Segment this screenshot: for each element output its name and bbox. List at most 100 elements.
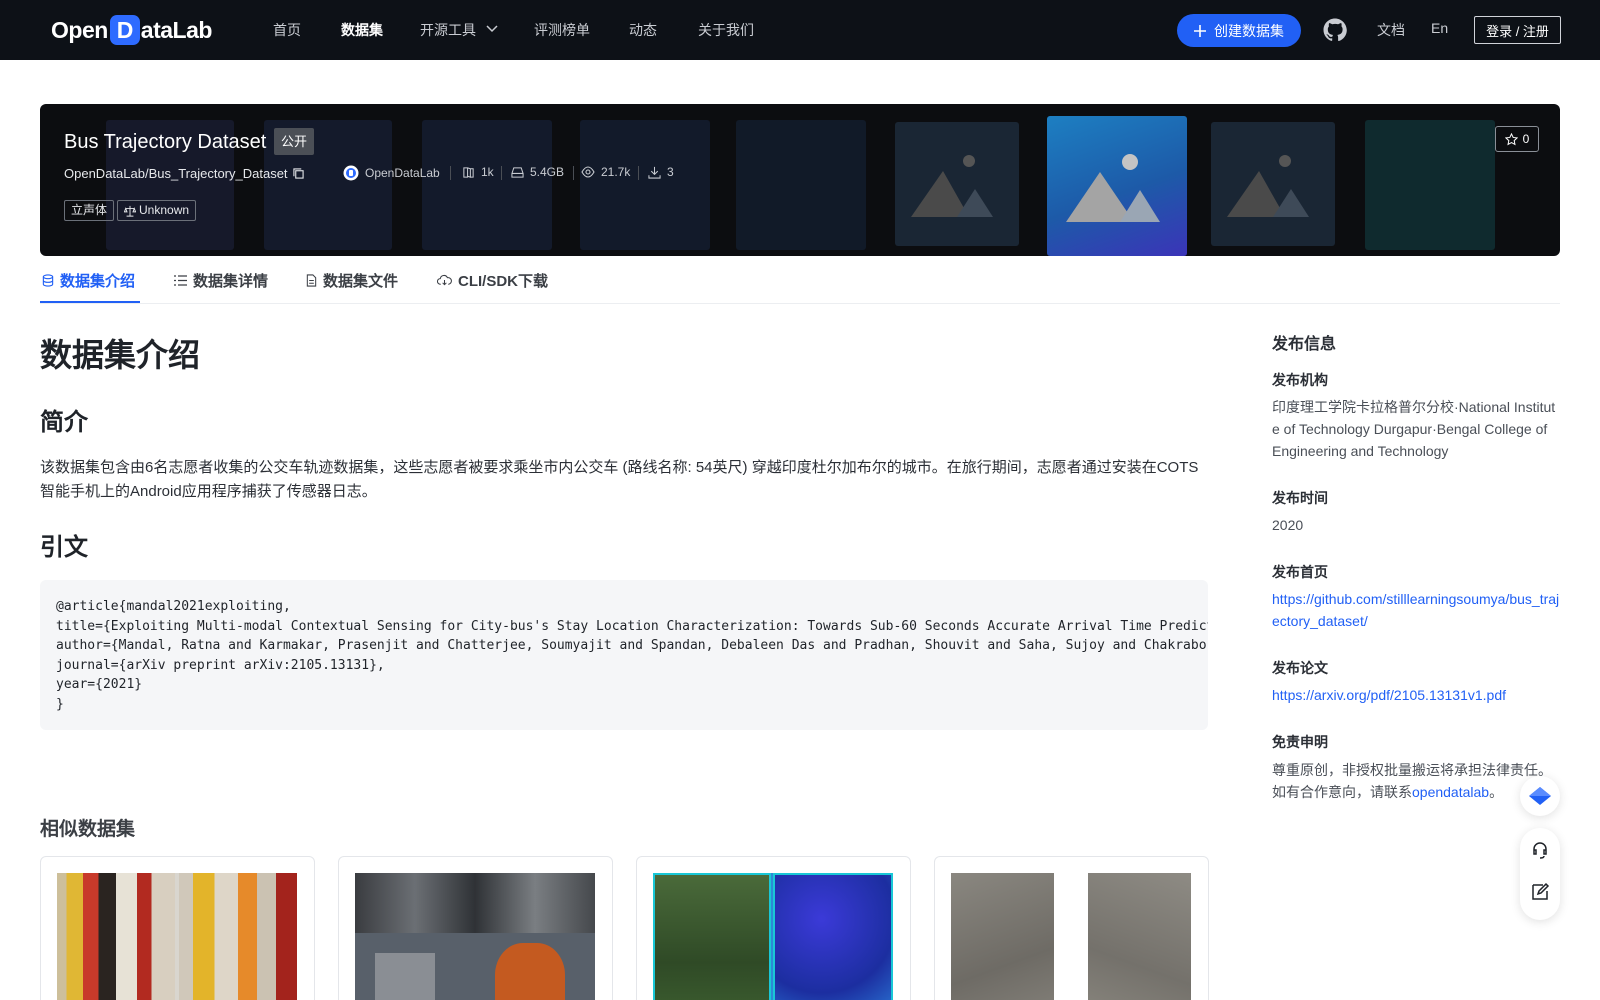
star-button[interactable]: 0 [1495,126,1539,152]
list-icon [174,274,187,286]
disclaimer-contact-prefix: 如有合作意向，请联系 [1272,784,1412,800]
file-count-value: 1k [481,165,494,179]
create-dataset-button[interactable]: 创建数据集 [1177,14,1301,47]
disclaimer-contact: 如有合作意向，请联系opendatalab。 [1272,781,1560,803]
meta-divider [573,166,574,180]
homepage-label: 发布首页 [1272,564,1328,580]
banner-thumbnail [422,120,552,250]
nav-item-datasets[interactable]: 数据集 [341,20,383,40]
banner-thumbnail [1365,120,1495,250]
meta-divider [638,166,639,180]
download-icon [648,166,661,179]
logo-d-mark: D [109,15,140,45]
similar-datasets-heading: 相似数据集 [40,819,136,840]
nav-item-tools[interactable]: 开源工具 [420,20,498,40]
file-count: 1k [462,165,494,179]
release-date-label: 发布时间 [1272,490,1328,506]
assistant-float-button[interactable] [1520,776,1560,816]
storage-size-value: 5.4GB [530,165,565,179]
license-value: Unknown [139,203,190,217]
floating-tools-panel [1520,828,1560,920]
paper-label: 发布论文 [1272,660,1328,676]
modality-tag[interactable]: 立声体 [64,200,115,221]
tab-files-label: 数据集文件 [323,272,399,290]
nav-item-about[interactable]: 关于我们 [698,20,754,40]
similar-dataset-card[interactable] [934,856,1209,1000]
copy-icon[interactable] [292,168,304,179]
meta-divider [501,166,502,180]
docs-link[interactable]: 文档 [1377,20,1405,40]
feedback-edit-icon[interactable] [1530,882,1550,902]
tab-files[interactable]: 数据集文件 [306,270,398,290]
citation-heading: 引文 [40,534,88,561]
intro-heading: 简介 [40,409,88,436]
similar-dataset-thumbnail [355,873,595,1000]
disclaimer-line: 尊重原创，非授权批量搬运将承担法律责任。 [1272,762,1552,778]
license-tag[interactable]: Unknown [117,200,197,221]
view-count-value: 21.7k [601,165,631,179]
dataset-path-text: OpenDataLab/Bus_Trajectory_Dataset [64,166,288,181]
similar-dataset-thumbnail [653,873,893,1000]
similar-dataset-card[interactable] [636,856,911,1000]
disclaimer-text: 尊重原创，非授权批量搬运将承担法律责任。 如有合作意向，请联系opendatal… [1272,759,1560,803]
contact-opendatalab-link[interactable]: opendatalab [1412,784,1489,800]
citation-code-block[interactable]: @article{mandal2021exploiting, title={Ex… [40,580,1208,730]
tab-details[interactable]: 数据集详情 [174,270,268,290]
storage-size: 5.4GB [511,165,564,179]
dataset-path: OpenDataLab/Bus_Trajectory_Dataset [64,166,304,181]
scale-icon [124,205,136,217]
disclaimer-label: 免责申明 [1272,734,1328,750]
top-navbar: Open D ataLab 首页 数据集 开源工具 评测榜单 动态 关于我们 创… [0,0,1600,60]
language-switch[interactable]: En [1431,20,1448,36]
banner-thumbnail [736,120,866,250]
star-icon [1504,132,1518,145]
intro-text: 该数据集包含由6名志愿者收集的公交车轨迹数据集，这些志愿者被要求乘坐市内公交车 … [40,459,1199,500]
publisher-name: OpenDataLab [365,166,440,180]
visibility-badge: 公开 [274,128,315,155]
tab-intro-label: 数据集介绍 [60,272,136,290]
nav-item-home[interactable]: 首页 [273,20,301,40]
chevron-down-icon [486,25,498,33]
eye-icon [581,166,595,178]
database-icon [42,273,54,287]
headset-icon[interactable] [1530,840,1550,860]
homepage-link[interactable]: https://github.com/stilllearningsoumya/b… [1272,588,1560,632]
citation-text: @article{mandal2021exploiting, title={Ex… [56,599,1208,712]
create-dataset-label: 创建数据集 [1214,22,1284,39]
dataset-header-banner: Bus Trajectory Dataset 公开 OpenDataLab/Bu… [40,104,1560,256]
book-icon [463,166,474,178]
disclaimer-suffix: 。 [1489,784,1504,800]
banner-thumbnail-highlight [1047,116,1187,256]
tab-details-label: 数据集详情 [193,272,269,290]
nav-item-news[interactable]: 动态 [629,20,657,40]
paper-link[interactable]: https://arxiv.org/pdf/2105.13131v1.pdf [1272,684,1560,706]
similar-dataset-thumbnail [57,873,297,1000]
similar-dataset-card[interactable] [40,856,315,1000]
publisher-org-value: 印度理工学院卡拉格普尔分校·National Institute of Tech… [1272,399,1556,459]
tab-cli-sdk-label: CLI/SDK下载 [458,272,549,290]
login-register-button[interactable]: 登录 / 注册 [1474,16,1561,44]
page-title: 数据集介绍 [40,337,201,373]
cloud-icon [437,274,452,286]
hard-drive-icon [511,166,524,178]
banner-thumbnail [580,120,710,250]
nav-item-leaderboard[interactable]: 评测榜单 [534,20,590,40]
similar-dataset-thumbnail [951,873,1191,1000]
active-tab-indicator [40,301,140,303]
tab-cli-sdk[interactable]: CLI/SDK下载 [437,270,548,290]
tab-intro[interactable]: 数据集介绍 [42,270,135,290]
file-icon [306,273,317,287]
banner-thumbnail [1211,122,1335,246]
nav-item-tools-label: 开源工具 [420,22,476,38]
logo-text-prefix: Open [51,16,108,43]
star-count: 0 [1522,132,1530,146]
banner-thumbnail [895,122,1019,246]
image-placeholder-icon [1066,154,1160,222]
meta-divider [450,166,451,180]
github-icon[interactable] [1323,18,1347,42]
dataset-tabs: 数据集介绍 数据集详情 数据集文件 CLI/SDK下载 [40,256,1560,304]
release-info-title: 发布信息 [1272,336,1337,353]
publisher-info[interactable]: OpenDataLab [343,165,440,181]
similar-dataset-card[interactable] [338,856,613,1000]
opendatalab-logo[interactable]: Open D ataLab [51,14,212,46]
